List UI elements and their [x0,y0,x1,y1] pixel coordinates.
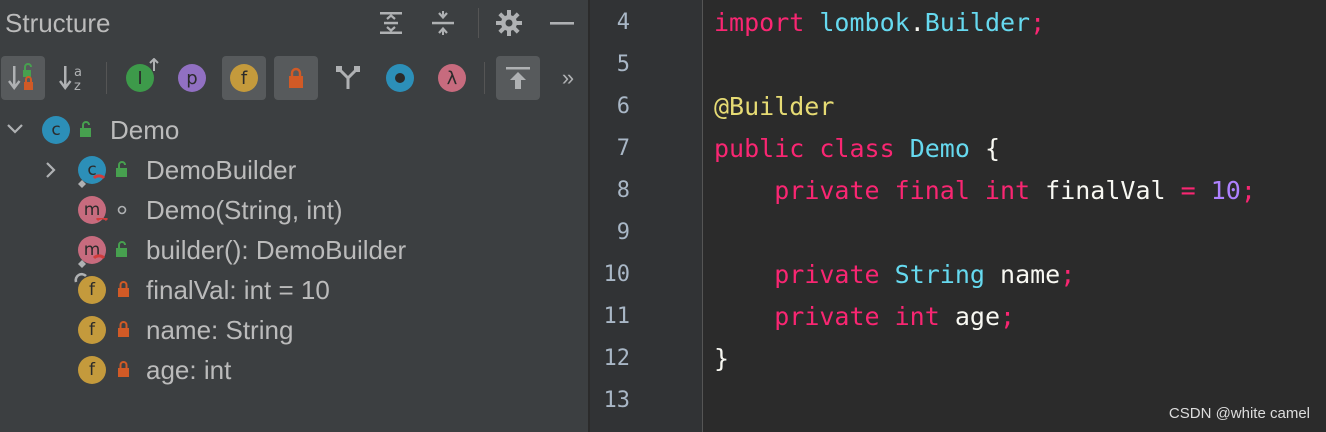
code-line-7: public class Demo { [714,134,1001,163]
line-number: 5 [616,52,630,77]
tree-row[interactable]: f finalVal: int = 10 [0,270,588,310]
collapse-all-button[interactable] [426,6,460,40]
constructor-overlay-icon [96,218,108,222]
show-inherited-icon: I [126,58,159,92]
collapse-all-icon [432,11,454,35]
tree-label: finalVal: int = 10 [146,275,330,305]
tree-label: age: int [146,355,232,385]
code-line-8: private final int finalVal = 10; [774,176,1256,205]
chevron-down-icon[interactable] [6,122,24,136]
panel-title: Structure [5,8,111,38]
code-line-11: private int age; [774,302,1016,331]
expand-all-icon [380,12,402,34]
lock-icon [118,281,129,297]
header-separator [478,8,479,38]
lock-icon [118,321,129,337]
inherited-glyph: I [137,67,143,89]
lambda-glyph: λ [446,67,458,89]
code-line-4: import lombok.Builder; [714,8,1046,37]
sort-alpha-z: z [74,79,81,94]
autoscroll-from-source-button[interactable] [496,56,540,100]
tree-row[interactable]: c DemoBuilder [0,150,588,190]
final-overlay-icon [74,272,87,283]
sort-by-visibility-button[interactable] [1,56,45,100]
unlock-icon [116,161,127,177]
field-icon: f [78,356,106,384]
properties-glyph: p [186,67,198,89]
show-anonymous-button[interactable] [326,56,370,100]
toolbar-more-button[interactable]: » [548,56,588,100]
line-number: 11 [603,304,631,329]
static-overlay-icon [78,254,106,268]
fields-glyph: f [240,67,248,89]
panel-header: Structure [0,0,588,46]
show-inherited-button[interactable]: I [118,56,162,100]
tree-row[interactable]: f age: int [0,350,588,390]
show-lambdas-button[interactable]: λ [430,56,474,100]
expand-all-button[interactable] [374,6,408,40]
autoscroll-from-source-icon [506,67,530,89]
package-private-icon [117,205,127,215]
show-properties-button[interactable]: p [170,56,214,100]
toolbar-separator [106,62,107,94]
line-number: 6 [616,94,630,119]
tree-label: builder(): DemoBuilder [146,235,407,265]
line-number: 7 [616,136,630,161]
show-fields-button[interactable]: f [222,56,266,100]
show-non-public-icon [289,67,303,88]
tree-label: Demo(String, int) [146,195,343,225]
anonymous-classes-icon [336,66,360,89]
sort-alpha-a: a [74,65,82,80]
settings-button[interactable] [492,6,526,40]
code-line-6: @Builder [714,92,835,121]
show-non-public-button[interactable] [274,56,318,100]
structure-toolbar: a z I p f λ » [0,56,588,102]
up-arrow-icon [149,58,159,71]
watermark: CSDN @white camel [1168,405,1310,422]
code-line-12: } [714,344,730,373]
static-overlay-icon [78,174,106,188]
unlock-icon [80,121,91,137]
line-number: 4 [616,10,630,35]
line-number: 12 [603,346,631,371]
show-properties-icon: p [178,64,206,92]
show-anonymous-classes-button[interactable] [378,56,422,100]
show-fields-icon: f [230,64,258,92]
chevron-right-icon[interactable] [44,161,58,179]
tree-row[interactable]: c Demo [0,110,588,150]
gear-icon [496,10,522,36]
line-number: 10 [603,262,631,287]
line-number: 9 [616,220,630,245]
tree-row[interactable]: f name: String [0,310,588,350]
tree-row[interactable]: m builder(): DemoBuilder [0,230,588,270]
minimize-icon [550,22,574,25]
lock-icon [118,361,129,377]
sort-by-visibility-icon [8,63,33,91]
tree-label: DemoBuilder [146,155,297,185]
line-number: 13 [603,388,631,413]
sort-alphabetically-button[interactable]: a z [52,56,96,100]
gutter-border [702,0,703,432]
tree-label: Demo [110,115,180,145]
code-line-10: private String name; [774,260,1076,289]
line-number-gutter: 4 5 6 7 8 9 10 11 12 13 [590,0,702,432]
code-editor[interactable]: 4 5 6 7 8 9 10 11 12 13 import lombok.Bu… [590,0,1326,432]
toolbar-separator-2 [484,62,485,94]
unlock-icon [116,241,127,257]
lambdas-icon: λ [438,64,466,92]
tree-label: name: String [146,315,294,345]
anonymous-class-icon [386,64,414,92]
hide-panel-button[interactable] [545,6,579,40]
class-icon: c [42,116,70,144]
line-number: 8 [616,178,630,203]
structure-panel: Structure a z I p f λ » c Demo c DemoBui… [0,0,588,432]
tree-row[interactable]: m Demo(String, int) [0,190,588,230]
field-icon: f [78,316,106,344]
sort-alphabetically-icon: a z [59,65,82,94]
